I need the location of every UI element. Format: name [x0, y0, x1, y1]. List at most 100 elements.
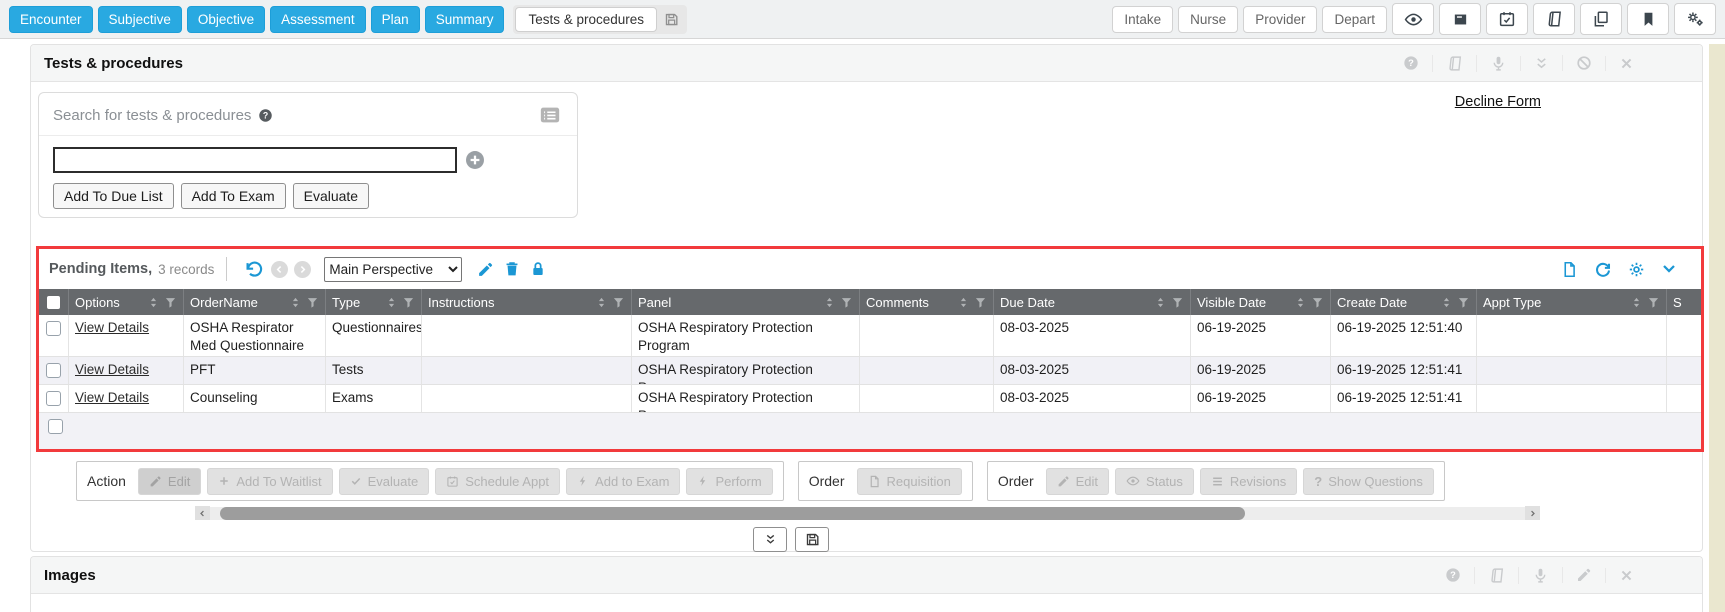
filter-icon[interactable] — [1647, 296, 1660, 309]
column-header-options[interactable]: Options — [69, 289, 184, 315]
scroll-right-button[interactable] — [1525, 506, 1540, 520]
column-header-clipped[interactable]: S — [1667, 289, 1704, 315]
help-icon[interactable] — [1432, 567, 1474, 583]
row-checkbox[interactable] — [48, 419, 63, 434]
chevron-down-icon[interactable] — [1661, 261, 1677, 277]
show-questions-button[interactable]: ?Show Questions — [1303, 468, 1434, 495]
trash-icon[interactable] — [504, 261, 520, 277]
column-header-ordername[interactable]: OrderName — [184, 289, 326, 315]
edit-button[interactable]: Edit — [138, 468, 201, 495]
microphone-icon[interactable] — [1476, 55, 1520, 72]
tab-tests-procedures[interactable]: Tests & procedures — [515, 7, 657, 32]
filter-icon[interactable] — [974, 296, 987, 309]
decline-form-link[interactable]: Decline Form — [1455, 94, 1541, 110]
sort-icon[interactable] — [385, 296, 398, 309]
add-to-exam-button[interactable]: Add To Exam — [181, 183, 286, 209]
perform-button[interactable]: Perform — [686, 468, 772, 495]
schedule-appt-button[interactable]: Schedule Appt — [435, 468, 560, 495]
add-to-due-list-button[interactable]: Add To Due List — [53, 183, 174, 209]
evaluate-button[interactable]: Evaluate — [293, 183, 369, 209]
tab-assessment[interactable]: Assessment — [270, 6, 366, 33]
filter-icon[interactable] — [1311, 296, 1324, 309]
tab-plan[interactable]: Plan — [371, 6, 420, 33]
microphone-icon[interactable] — [1518, 567, 1562, 584]
column-header-panel[interactable]: Panel — [632, 289, 860, 315]
column-header-instructions[interactable]: Instructions — [422, 289, 632, 315]
filter-icon[interactable] — [402, 296, 415, 309]
sort-icon[interactable] — [1294, 296, 1307, 309]
settings-button[interactable] — [1674, 3, 1716, 35]
select-all-checkbox[interactable] — [39, 289, 69, 315]
view-details-link[interactable]: View Details — [75, 362, 149, 377]
edit-pencil-icon[interactable] — [477, 261, 494, 278]
filter-icon[interactable] — [306, 296, 319, 309]
help-icon[interactable] — [1390, 55, 1432, 71]
tab-subjective[interactable]: Subjective — [98, 6, 182, 33]
requisition-button[interactable]: Requisition — [857, 468, 962, 495]
close-icon[interactable] — [1605, 568, 1647, 583]
tab-save-button[interactable] — [657, 12, 685, 27]
row-checkbox[interactable] — [46, 321, 61, 336]
gear-icon[interactable] — [1628, 261, 1645, 278]
copy-button[interactable] — [1580, 3, 1622, 35]
scrollbar-track[interactable] — [210, 507, 1525, 520]
collapse-panel-button[interactable] — [753, 527, 787, 552]
add-circle-icon[interactable] — [464, 149, 486, 171]
column-header-type[interactable]: Type — [326, 289, 422, 315]
inbox-button[interactable] — [1439, 3, 1481, 35]
depart-button[interactable]: Depart — [1322, 6, 1387, 33]
tab-encounter[interactable]: Encounter — [9, 6, 93, 33]
sort-icon[interactable] — [957, 296, 970, 309]
sort-icon[interactable] — [1440, 296, 1453, 309]
revisions-button[interactable]: Revisions — [1200, 468, 1297, 495]
save-button[interactable] — [795, 527, 829, 552]
status-button[interactable]: Status — [1115, 468, 1194, 495]
edit-icon[interactable] — [1562, 567, 1605, 583]
order-edit-button[interactable]: Edit — [1046, 468, 1109, 495]
view-details-link[interactable]: View Details — [75, 320, 149, 335]
scroll-left-button[interactable] — [195, 506, 210, 520]
add-to-exam-action-button[interactable]: Add to Exam — [566, 468, 680, 495]
block-icon[interactable] — [1562, 55, 1605, 71]
tab-summary[interactable]: Summary — [425, 6, 505, 33]
evaluate-action-button[interactable]: Evaluate — [339, 468, 430, 495]
scrollbar-thumb[interactable] — [220, 507, 1245, 520]
column-header-appt-type[interactable]: Appt Type — [1477, 289, 1667, 315]
undo-icon[interactable] — [244, 260, 263, 279]
book-icon[interactable] — [1474, 567, 1518, 584]
view-details-link[interactable]: View Details — [75, 390, 149, 405]
column-header-create-date[interactable]: Create Date — [1331, 289, 1477, 315]
filter-icon[interactable] — [840, 296, 853, 309]
search-input[interactable] — [53, 147, 457, 173]
eye-button[interactable] — [1392, 3, 1434, 35]
collapse-icon[interactable] — [1520, 56, 1562, 71]
calendar-button[interactable] — [1486, 3, 1528, 35]
sort-icon[interactable] — [1154, 296, 1167, 309]
bookmark-button[interactable] — [1627, 3, 1669, 35]
sort-icon[interactable] — [147, 296, 160, 309]
filter-icon[interactable] — [164, 296, 177, 309]
sort-icon[interactable] — [823, 296, 836, 309]
prev-page-icon[interactable] — [271, 261, 288, 278]
perspective-select[interactable]: Main Perspective — [324, 257, 462, 282]
row-checkbox[interactable] — [46, 391, 61, 406]
lock-icon[interactable] — [530, 261, 546, 277]
sort-icon[interactable] — [1630, 296, 1643, 309]
nurse-button[interactable]: Nurse — [1178, 6, 1238, 33]
filter-icon[interactable] — [1171, 296, 1184, 309]
intake-button[interactable]: Intake — [1112, 6, 1173, 33]
add-to-waitlist-button[interactable]: Add To Waitlist — [207, 468, 332, 495]
refresh-icon[interactable] — [1594, 260, 1612, 278]
search-help-icon[interactable] — [258, 108, 273, 123]
column-header-comments[interactable]: Comments — [860, 289, 994, 315]
filter-icon[interactable] — [1457, 296, 1470, 309]
provider-button[interactable]: Provider — [1243, 6, 1317, 33]
column-header-visible-date[interactable]: Visible Date — [1191, 289, 1331, 315]
new-document-icon[interactable] — [1561, 261, 1578, 278]
next-page-icon[interactable] — [294, 261, 311, 278]
book-icon[interactable] — [1432, 55, 1476, 72]
close-icon[interactable] — [1605, 56, 1647, 71]
filter-icon[interactable] — [612, 296, 625, 309]
row-checkbox[interactable] — [46, 363, 61, 378]
book-button[interactable] — [1533, 3, 1575, 35]
